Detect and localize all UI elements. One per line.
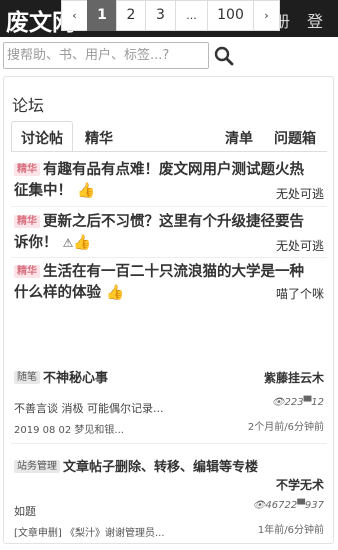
view-count: 46722 (265, 500, 298, 511)
warning-icon: ⚠ (62, 236, 74, 250)
post-stats: 👁46722▀937 (253, 500, 324, 511)
featured-badge: 精华 (14, 215, 40, 228)
view-count: 223 (284, 397, 304, 408)
thread-title-line2[interactable]: 什么样的体验 (14, 285, 101, 301)
nav-item-login[interactable]: 登录 (307, 8, 338, 37)
tab-lists[interactable]: 清单 (225, 128, 253, 148)
tabs-divider (11, 151, 327, 152)
eye-icon: 👁 (252, 500, 266, 511)
thread-title-line1[interactable]: 有趣有品有点难！废文网用户测试题火热 (43, 162, 304, 178)
post-item[interactable]: 站务管理 文章帖子删除、转移、编辑等专楼 不学无术 如题 👁46722▀937 [… (14, 456, 326, 539)
thread-title-line1[interactable]: 更新之后不习惯？这里有个升级捷径要告 (43, 214, 304, 230)
thread-item[interactable]: 精华 有趣有品有点难！废文网用户测试题火热 征集中！ 👍 无处可逃 (14, 160, 326, 202)
tab-discussion[interactable]: 讨论帖 (21, 128, 63, 148)
tab-question-box[interactable]: 问题箱 (274, 128, 316, 148)
post-author[interactable]: 紫藤挂云木 (264, 369, 324, 386)
tab-featured[interactable]: 精华 (85, 128, 113, 148)
search-icon[interactable] (213, 45, 235, 67)
prev-page-button[interactable]: ‹ (61, 0, 88, 31)
thumbs-up-icon: 👍 (73, 235, 92, 251)
post-latest-reply[interactable]: [文章申删] 《梨汁》谢谢管理员... (14, 528, 165, 539)
thumbs-up-icon: 👍 (77, 183, 96, 199)
thread-item[interactable]: 精华 更新之后不习惯？这里有个升级捷径要告 诉你！ ⚠👍 无处可逃 (14, 212, 326, 254)
post-summary: 不善言谈 消极 可能偶尔记录... (14, 402, 164, 415)
search-box (3, 42, 209, 69)
thread-title-line2[interactable]: 诉你！ (14, 235, 58, 251)
thread-item[interactable]: 精华 生活在有一百二十只流浪猫的大学是一种 什么样的体验 👍 喵了个咪 (14, 262, 326, 304)
thread-author[interactable]: 无处可逃 (276, 237, 324, 254)
featured-badge: 精华 (14, 163, 40, 176)
divider (11, 206, 327, 207)
page-title: 论坛 (12, 96, 45, 115)
search-input[interactable] (7, 43, 205, 67)
post-summary: 如题 (14, 505, 36, 518)
eye-icon: 👁 (271, 397, 285, 408)
post-title[interactable]: 不神秘心事 (43, 371, 108, 386)
page-button-3[interactable]: 3 (145, 0, 176, 31)
post-time: 2个月前/6分钟前 (247, 422, 324, 433)
page-button-2[interactable]: 2 (116, 0, 146, 31)
thumbs-up-icon: 👍 (106, 285, 125, 301)
post-title[interactable]: 文章帖子删除、转移、编辑等专楼 (63, 460, 258, 475)
post-author[interactable]: 不学无术 (276, 476, 324, 493)
page-button-100[interactable]: 100 (207, 0, 254, 31)
thread-author[interactable]: 无处可逃 (276, 185, 324, 202)
post-time: 1年前/6分钟前 (257, 525, 324, 536)
page-ellipsis: ... (175, 0, 208, 31)
category-badge: 随笔 (14, 371, 40, 384)
thread-title-line1[interactable]: 生活在有一百二十只流浪猫的大学是一种 (43, 264, 304, 280)
reply-count: 12 (311, 397, 324, 408)
thread-author[interactable]: 喵了个咪 (276, 285, 324, 302)
page-button-1[interactable]: 1 (87, 0, 117, 31)
featured-badge: 精华 (14, 265, 40, 278)
next-page-button[interactable]: › (253, 0, 280, 31)
comment-icon: ▀ (297, 500, 305, 511)
post-item[interactable]: 随笔 不神秘心事 紫藤挂云木 不善言谈 消极 可能偶尔记录... 👁223▀12 … (14, 367, 326, 436)
post-latest-reply[interactable]: 2019 08 02 梦见和银... (14, 425, 124, 436)
divider (11, 443, 327, 444)
divider (11, 257, 327, 258)
thread-title-line2[interactable]: 征集中！ (14, 183, 72, 199)
post-stats: 👁223▀12 (272, 397, 324, 408)
reply-count: 937 (304, 500, 324, 511)
category-badge: 站务管理 (14, 460, 60, 473)
